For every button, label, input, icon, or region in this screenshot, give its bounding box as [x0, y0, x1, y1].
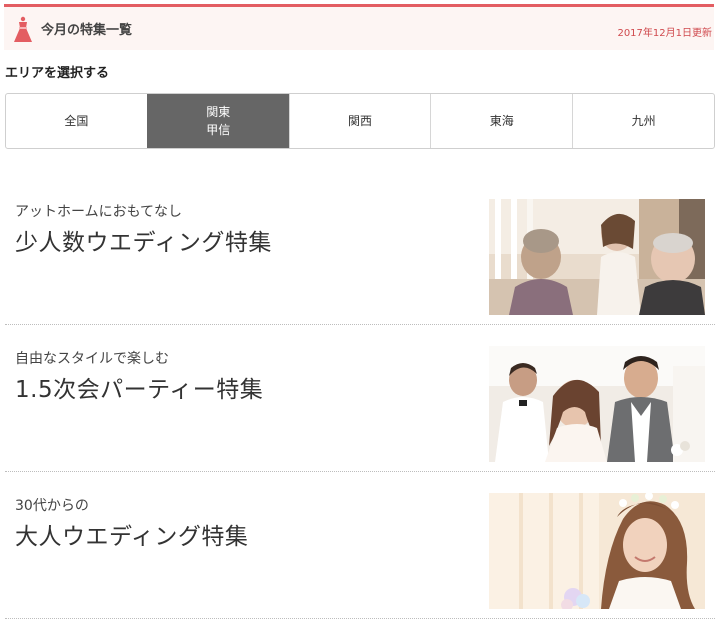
- feature-title: 1.5次会パーティー特集: [15, 377, 264, 403]
- area-tab-label: 関東 甲信: [206, 105, 231, 137]
- dress-icon: [14, 16, 32, 42]
- area-tab-kyushu[interactable]: 九州: [572, 94, 714, 148]
- page-header: 今月の特集一覧 2017年12月1日更新: [4, 4, 714, 50]
- area-tab-kanto-koshin[interactable]: 関東 甲信: [146, 94, 289, 148]
- feature-after-party[interactable]: 自由なスタイルで楽しむ 1.5次会パーティー特集: [5, 346, 715, 472]
- area-tabs: 全国 関東 甲信 関西 東海 九州: [5, 93, 715, 149]
- area-tab-kansai[interactable]: 関西: [288, 94, 431, 148]
- wedding-guests-photo[interactable]: [489, 199, 705, 315]
- feature-subtitle: 30代からの: [15, 498, 89, 514]
- area-tab-label: 関西: [347, 114, 372, 128]
- area-tab-label: 全国: [64, 114, 89, 128]
- update-date: 2017年12月1日更新: [617, 28, 712, 39]
- feature-title: 少人数ウエディング特集: [15, 230, 272, 256]
- area-tab-tokai[interactable]: 東海: [430, 94, 572, 148]
- feature-title: 大人ウエディング特集: [15, 524, 249, 550]
- area-heading: エリアを選択する: [5, 66, 110, 81]
- feature-adult-wedding[interactable]: 30代からの 大人ウエディング特集: [5, 493, 715, 619]
- area-tab-label: 九州: [631, 114, 656, 128]
- feature-subtitle: アットホームにおもてなし: [15, 204, 183, 220]
- feature-subtitle: 自由なスタイルで楽しむ: [15, 351, 169, 367]
- party-couple-photo[interactable]: [489, 346, 705, 462]
- page-title: 今月の特集一覧: [41, 23, 133, 38]
- feature-small-wedding[interactable]: アットホームにおもてなし 少人数ウエディング特集: [5, 199, 715, 325]
- area-tab-label: 東海: [489, 114, 514, 128]
- bride-portrait-photo[interactable]: [489, 493, 705, 609]
- area-tab-zenkoku[interactable]: 全国: [6, 94, 147, 148]
